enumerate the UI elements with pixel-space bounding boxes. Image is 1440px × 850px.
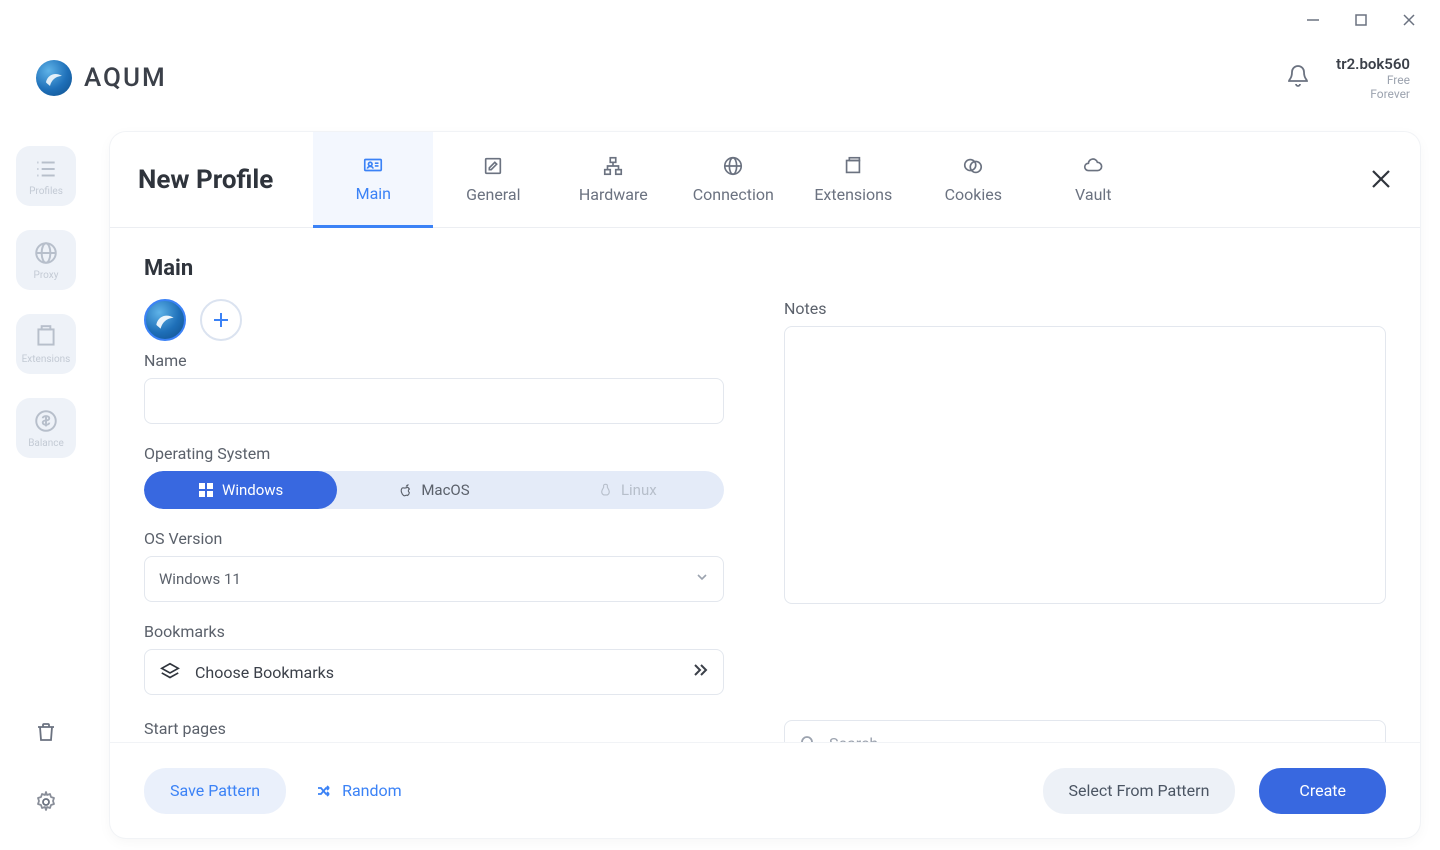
minimize-button[interactable]	[1304, 11, 1322, 29]
network-icon	[602, 155, 624, 177]
trash-button[interactable]	[24, 710, 68, 754]
save-pattern-button[interactable]: Save Pattern	[144, 768, 286, 814]
window-close-button[interactable]	[1400, 11, 1418, 29]
close-panel-button[interactable]	[1370, 168, 1392, 194]
choose-bookmarks-button[interactable]: Choose Bookmarks	[144, 649, 724, 695]
startpages-label: Start pages	[144, 719, 724, 738]
notes-label: Notes	[784, 299, 1386, 318]
user-name: tr2.bok560	[1336, 55, 1410, 73]
apple-icon	[398, 483, 413, 498]
select-from-pattern-button[interactable]: Select From Pattern	[1043, 768, 1236, 814]
search-icon	[799, 734, 817, 742]
sidebar-item-balance[interactable]: Balance	[16, 398, 76, 458]
tab-extensions[interactable]: Extensions	[793, 132, 913, 227]
chevron-down-icon	[695, 570, 709, 588]
notes-textarea[interactable]	[784, 326, 1386, 604]
cookies-icon	[962, 155, 984, 177]
user-plan-sub: Forever	[1336, 87, 1410, 101]
os-linux-button: Linux	[531, 471, 724, 509]
browser-icon-chip[interactable]	[144, 299, 186, 341]
windows-icon	[198, 482, 214, 498]
globe-icon	[722, 155, 744, 177]
tab-hardware[interactable]: Hardware	[553, 132, 673, 227]
id-card-icon	[362, 154, 384, 176]
name-label: Name	[144, 351, 724, 370]
profile-icon-row	[144, 299, 724, 341]
random-button[interactable]: Random	[310, 768, 408, 814]
tabs-row: New Profile Main General Hardware Connec…	[110, 132, 1420, 228]
section-title: Main	[144, 256, 1386, 281]
tab-cookies[interactable]: Cookies	[913, 132, 1033, 227]
tab-vault[interactable]: Vault	[1033, 132, 1153, 227]
window-controls	[1304, 0, 1440, 40]
create-button[interactable]: Create	[1259, 768, 1386, 814]
maximize-button[interactable]	[1352, 11, 1370, 29]
panel-footer: Save Pattern Random Select From Pattern …	[110, 742, 1420, 838]
chevrons-right-icon	[691, 661, 709, 683]
linux-icon	[598, 483, 613, 498]
user-menu[interactable]: tr2.bok560 Free Forever	[1336, 55, 1410, 102]
os-segmented: Windows MacOS Linux	[144, 471, 724, 509]
os-label: Operating System	[144, 444, 724, 463]
os-windows-button[interactable]: Windows	[144, 471, 337, 509]
os-version-select[interactable]: Windows 11	[144, 556, 724, 602]
bookmarks-icon	[159, 661, 181, 683]
app-logo	[36, 60, 72, 96]
app-header: AQUM tr2.bok560 Free Forever	[36, 48, 1410, 108]
name-input[interactable]	[144, 378, 724, 424]
main-panel: New Profile Main General Hardware Connec…	[110, 132, 1420, 838]
user-plan: Free	[1336, 73, 1410, 87]
brand-name: AQUM	[84, 63, 167, 93]
bookmarks-label: Bookmarks	[144, 622, 724, 641]
os-version-label: OS Version	[144, 529, 724, 548]
window-icon	[842, 155, 864, 177]
cloud-icon	[1082, 155, 1104, 177]
search-input[interactable]: Search	[784, 720, 1386, 742]
sidebar-item-profiles[interactable]: Profiles	[16, 146, 76, 206]
notifications-button[interactable]	[1286, 64, 1310, 92]
panel-title: New Profile	[138, 165, 273, 195]
edit-icon	[482, 155, 504, 177]
shuffle-icon	[316, 782, 334, 800]
sidebar-item-proxy[interactable]: Proxy	[16, 230, 76, 290]
tab-main[interactable]: Main	[313, 132, 433, 228]
sidebar-item-extensions[interactable]: Extensions	[16, 314, 76, 374]
left-sidebar: Profiles Proxy Extensions Balance	[0, 132, 92, 850]
panel-content: Main Name Operating System	[110, 228, 1420, 742]
tab-general[interactable]: General	[433, 132, 553, 227]
tab-connection[interactable]: Connection	[673, 132, 793, 227]
settings-button[interactable]	[24, 780, 68, 824]
os-macos-button[interactable]: MacOS	[337, 471, 530, 509]
add-icon-button[interactable]	[200, 299, 242, 341]
